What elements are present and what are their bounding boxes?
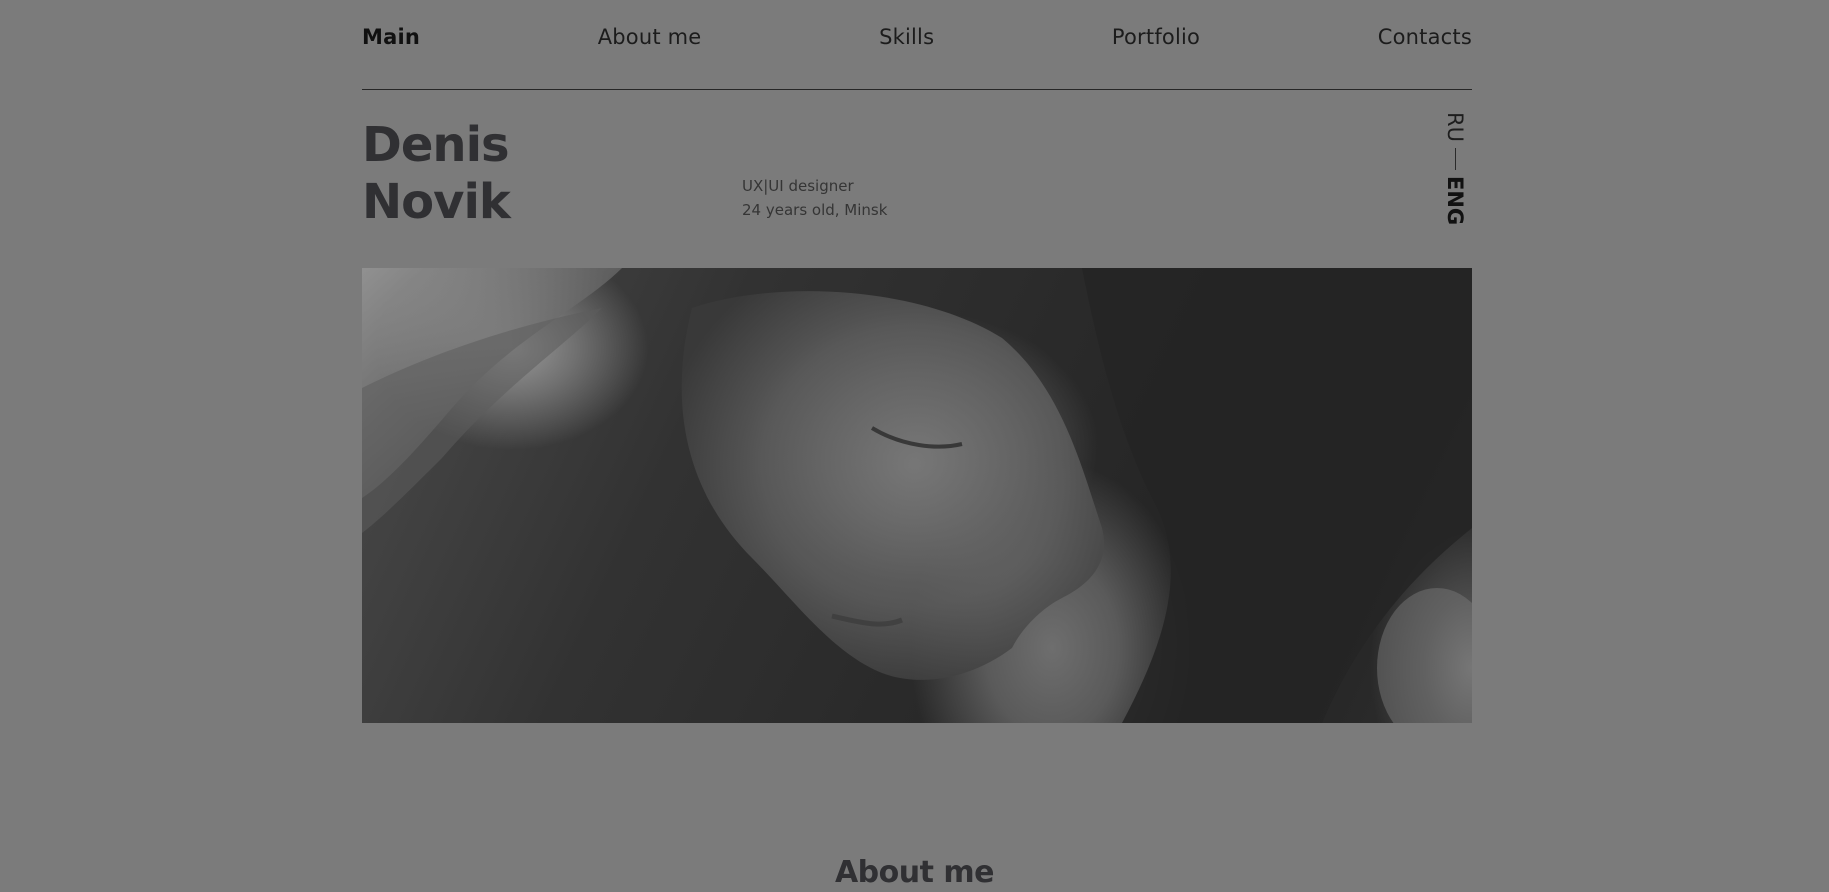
profile-header: Denis Novik UX|UI designer 24 years old,… <box>362 90 1472 268</box>
first-name: Denis <box>362 117 510 173</box>
lang-divider <box>1454 147 1456 170</box>
page: Main About me Skills Portfolio Contacts … <box>0 0 1829 892</box>
nav-item-skills[interactable]: Skills <box>879 25 934 49</box>
about-section-title: About me <box>834 855 995 890</box>
nav-item-portfolio[interactable]: Portfolio <box>1112 25 1200 49</box>
portrait-illustration <box>362 268 1472 723</box>
lang-option-ru[interactable]: RU <box>1442 112 1468 142</box>
language-switcher: RU ENG <box>1442 112 1468 225</box>
nav-item-main[interactable]: Main <box>362 25 420 49</box>
top-navigation: Main About me Skills Portfolio Contacts <box>362 0 1472 90</box>
age-location-text: 24 years old, Minsk <box>742 201 888 219</box>
hero-portrait-image <box>362 268 1472 723</box>
lang-option-eng[interactable]: ENG <box>1442 176 1468 225</box>
last-name: Novik <box>362 174 511 230</box>
profile-name: Denis Novik <box>362 117 511 231</box>
role-text: UX|UI designer <box>742 177 854 195</box>
profile-tagline: UX|UI designer 24 years old, Minsk <box>742 174 887 222</box>
nav-item-contacts[interactable]: Contacts <box>1378 25 1472 49</box>
nav-item-about-me[interactable]: About me <box>598 25 702 49</box>
